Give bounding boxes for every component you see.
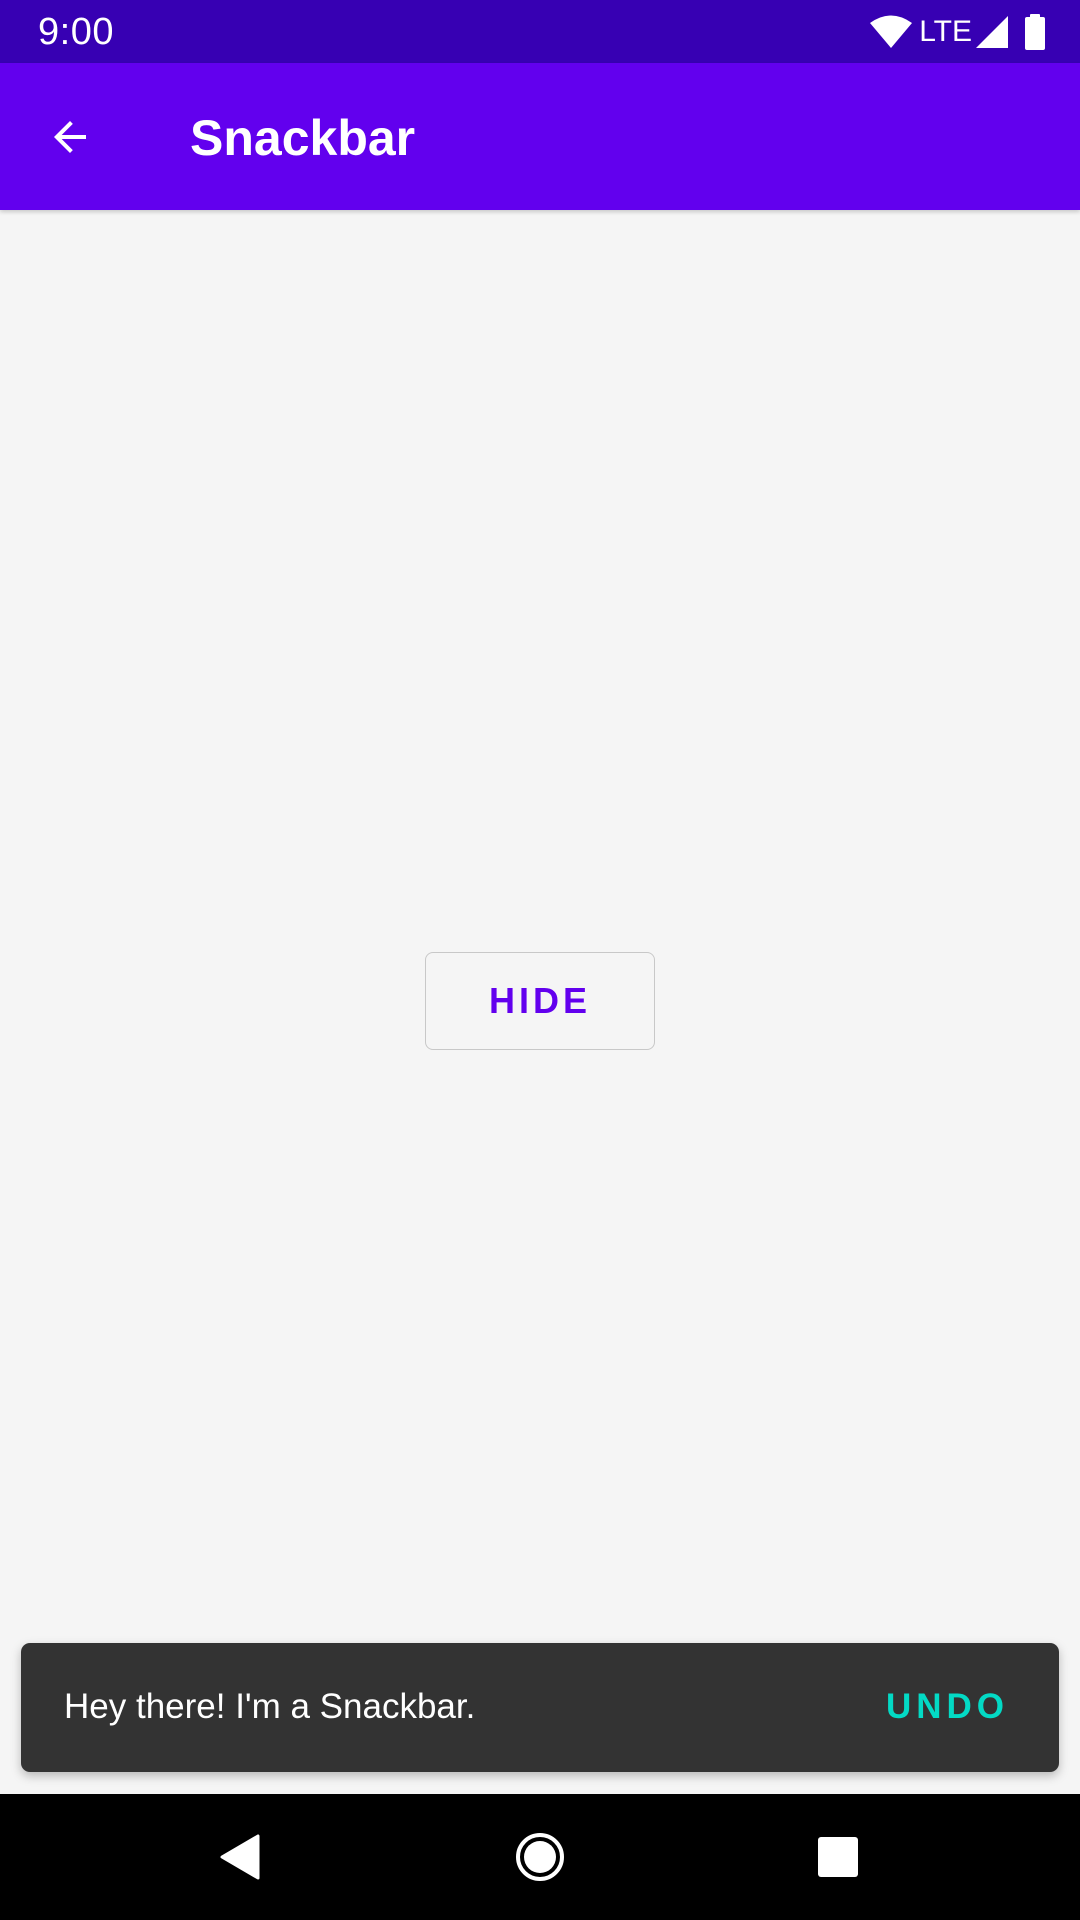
app-bar: Snackbar [0,63,1080,210]
snackbar: Hey there! I'm a Snackbar. UNDO [21,1643,1059,1772]
signal-icon [976,16,1008,48]
arrow-back-icon [54,121,86,153]
status-time: 9:00 [38,11,114,53]
nav-recents-button[interactable] [808,1827,868,1887]
hide-button[interactable]: HIDE [425,952,655,1050]
nav-home-icon [516,1833,564,1881]
status-bar: 9:00 LTE [0,0,1080,63]
undo-button[interactable]: UNDO [886,1683,1009,1731]
back-button[interactable] [42,109,98,165]
nav-back-icon [220,1834,260,1880]
page-title: Snackbar [190,110,416,166]
nav-recents-icon [818,1837,858,1877]
snackbar-message: Hey there! I'm a Snackbar. [64,1687,476,1726]
network-type-label: LTE [919,15,972,48]
main-content: HIDE [0,210,1080,1794]
nav-back-button[interactable] [210,1827,270,1887]
nav-home-button[interactable] [510,1827,570,1887]
navigation-bar [0,1794,1080,1920]
status-icons: LTE [869,12,1046,52]
wifi-icon [870,15,913,48]
battery-icon [1025,14,1045,50]
